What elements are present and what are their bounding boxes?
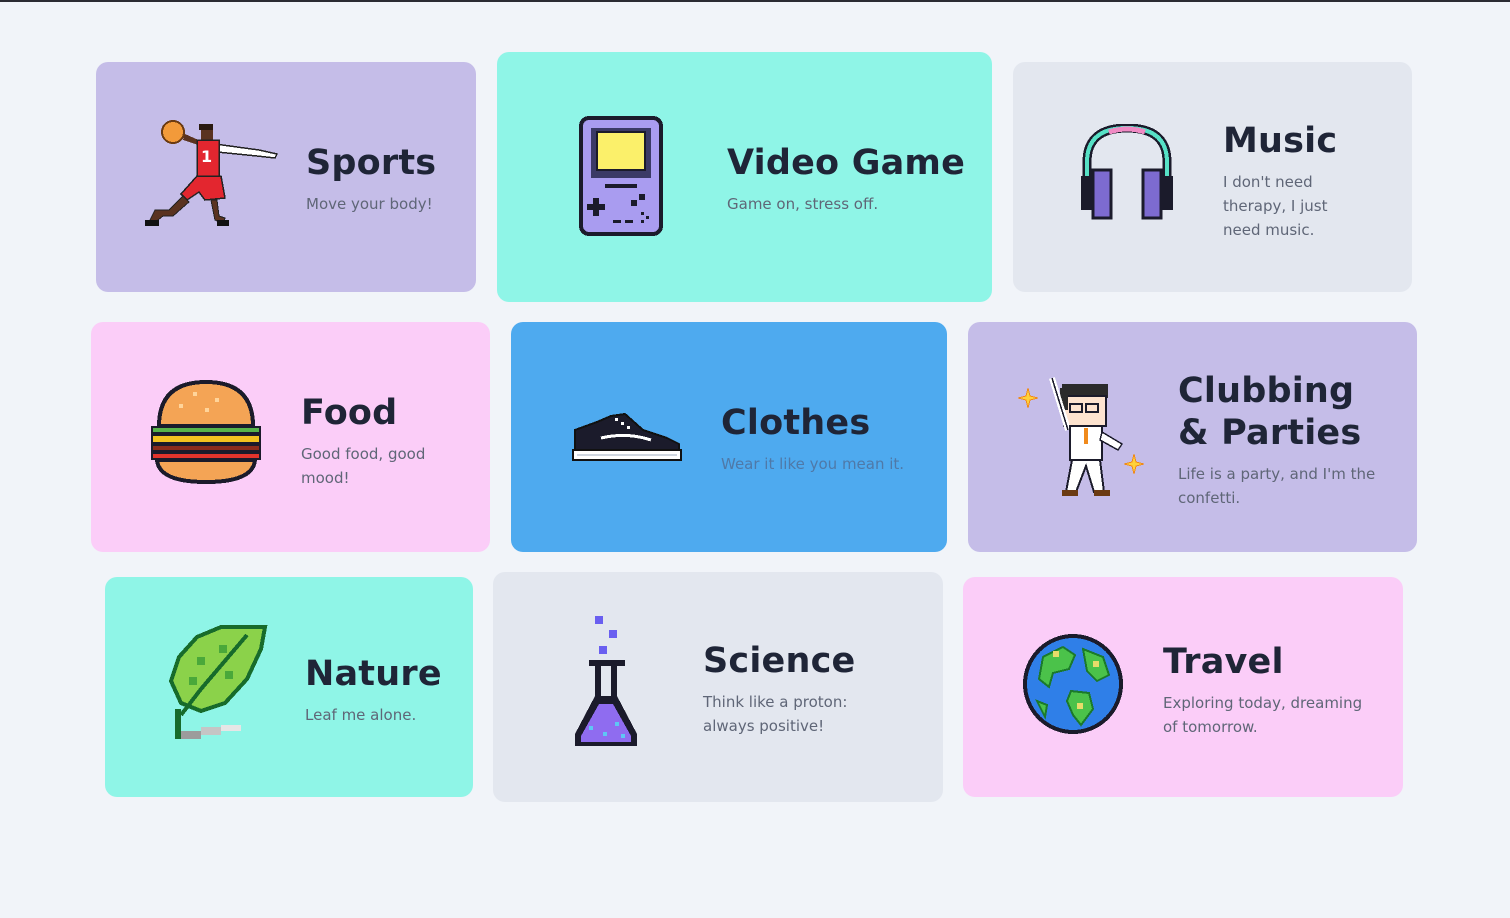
card-description: Wear it like you mean it. — [721, 455, 905, 473]
card-video-game[interactable]: Video Game Game on, stress off. — [497, 52, 992, 302]
card-food[interactable]: Food Good food, good mood! — [91, 322, 490, 552]
card-description: Move your body! — [306, 195, 433, 213]
card-nature[interactable]: Nature Leaf me alone. — [105, 577, 473, 797]
globe-icon — [1023, 629, 1123, 739]
headphones-icon — [1079, 124, 1175, 222]
card-title: Clothes — [721, 403, 871, 443]
top-border — [0, 0, 1510, 2]
card-description: Exploring today, dreaming of tomorrow. — [1163, 694, 1363, 736]
card-description: Life is a party, and I'm the confetti. — [1178, 465, 1376, 507]
leaf-icon — [167, 623, 271, 745]
card-clubbing-parties[interactable]: Clubbing & Parties Life is a party, and … — [968, 322, 1417, 552]
card-description: Good food, good mood! — [301, 445, 426, 487]
card-description: Game on, stress off. — [727, 195, 879, 213]
card-science[interactable]: Science Think like a proton: always posi… — [493, 572, 943, 802]
card-sports[interactable]: 1 Sports Move your body! — [96, 62, 476, 292]
card-title: Food — [301, 393, 398, 433]
burger-icon — [149, 378, 263, 486]
sneaker-icon — [571, 410, 683, 464]
card-title: Sports — [306, 143, 437, 183]
svg-text:1: 1 — [201, 147, 212, 166]
card-clothes[interactable]: Clothes Wear it like you mean it. — [511, 322, 947, 552]
card-travel[interactable]: Travel Exploring today, dreaming of tomo… — [963, 577, 1403, 797]
card-music[interactable]: Music I don't need therapy, I just need … — [1013, 62, 1412, 292]
card-title: Travel — [1163, 642, 1284, 682]
card-title: Clubbing & Parties — [1178, 371, 1362, 453]
flask-icon — [573, 614, 643, 752]
card-title: Science — [703, 641, 856, 681]
card-description: Leaf me alone. — [305, 706, 417, 724]
card-title: Music — [1223, 121, 1338, 161]
card-description: I don't need therapy, I just need music. — [1223, 173, 1328, 239]
dancer-icon — [1012, 374, 1148, 500]
card-description: Think like a proton: always positive! — [703, 693, 848, 735]
basketball-player-icon: 1 — [141, 120, 281, 230]
gameboy-icon — [579, 116, 663, 236]
card-title: Video Game — [727, 143, 966, 183]
card-title: Nature — [305, 654, 442, 694]
